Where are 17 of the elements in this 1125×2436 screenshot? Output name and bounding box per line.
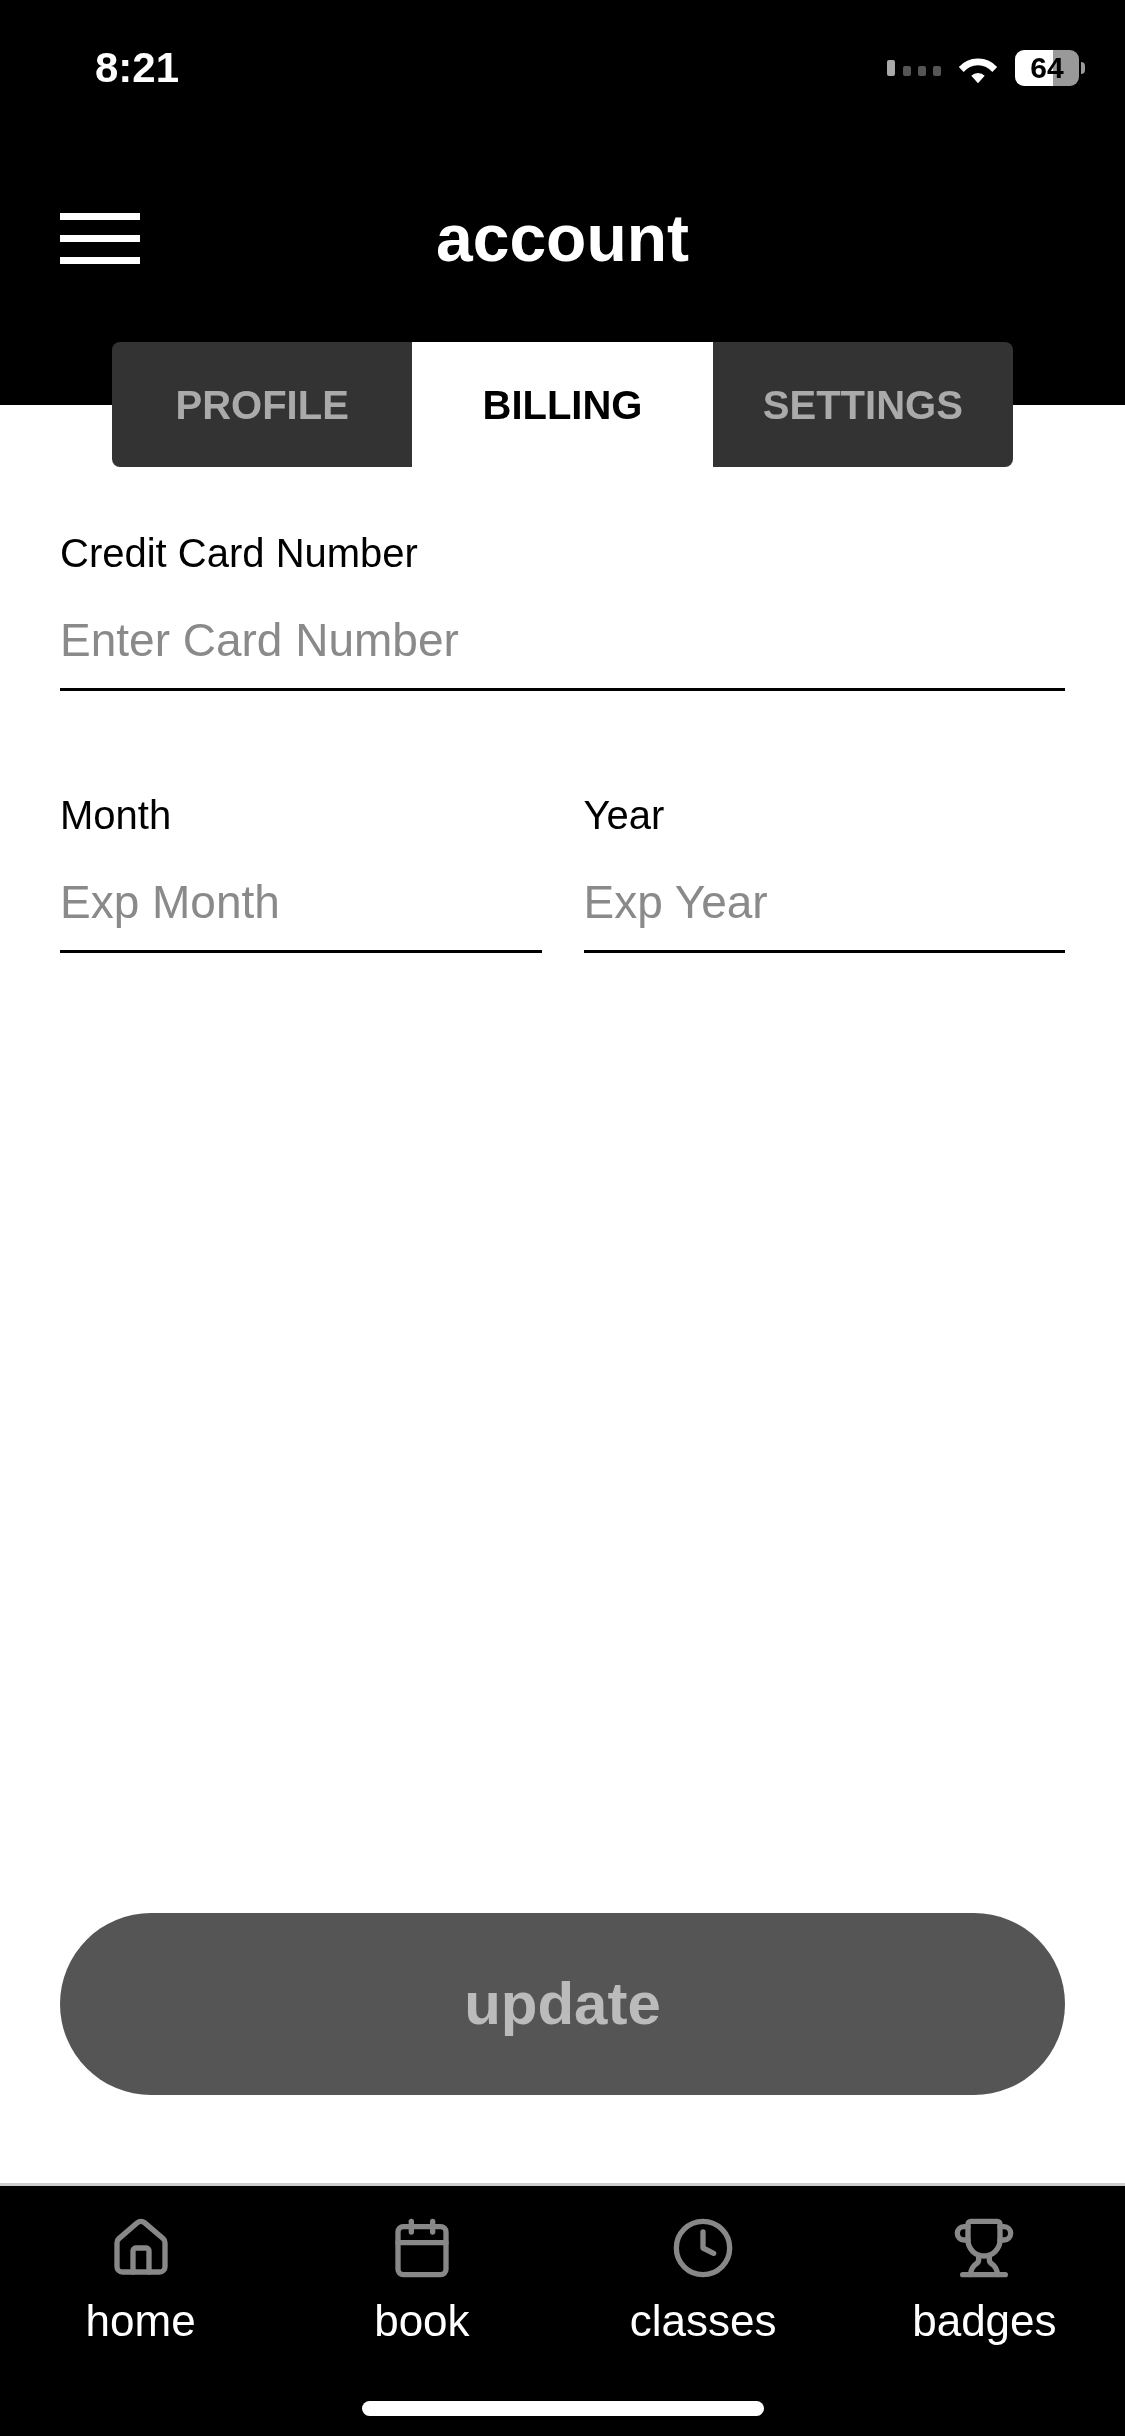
input-field[interactable]: Exp Year <box>583 853 1065 953</box>
signal-icon <box>887 57 941 78</box>
nav-item[interactable]: book <box>281 2216 563 2354</box>
nav-item[interactable]: classes <box>562 2216 844 2354</box>
field-label: Month <box>60 792 173 839</box>
input-field[interactable]: Enter Card Number <box>60 591 1065 691</box>
input-field[interactable]: Exp Month <box>60 853 542 953</box>
tab[interactable]: PROFILE <box>112 342 413 467</box>
update-button[interactable]: update <box>60 1913 1065 2095</box>
field-label: Credit Card Number <box>60 530 419 577</box>
nav-item[interactable]: home <box>0 2216 282 2354</box>
page-title: account <box>436 200 689 277</box>
nav-item[interactable]: badges <box>843 2216 1125 2354</box>
menu-button[interactable] <box>60 213 140 264</box>
status-time: 8:21 <box>95 43 180 93</box>
tab[interactable]: SETTINGS <box>712 342 1013 467</box>
field-label: Year <box>583 792 666 839</box>
